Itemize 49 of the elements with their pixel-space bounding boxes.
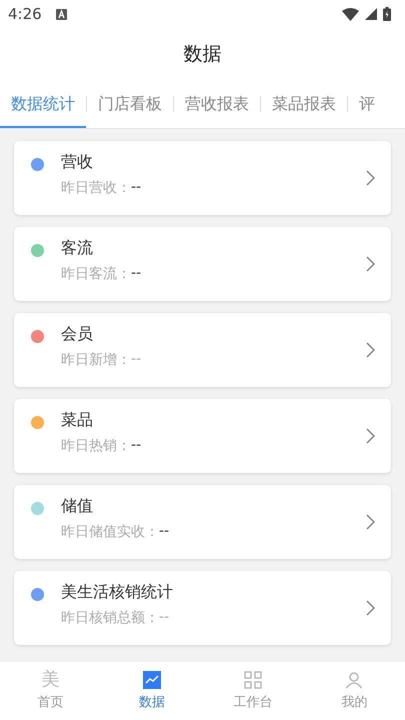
card-title: 储值 bbox=[61, 496, 94, 517]
stat-card[interactable]: 营收 昨日营收：-- bbox=[14, 141, 391, 215]
chart-icon bbox=[142, 671, 161, 689]
metric-value: -- bbox=[131, 179, 142, 197]
card-title: 菜品 bbox=[61, 410, 94, 431]
chevron-right-icon bbox=[366, 600, 375, 616]
page-title: 数据 bbox=[184, 42, 222, 67]
metric-label: 昨日新增： bbox=[61, 351, 131, 369]
battery-icon bbox=[383, 7, 391, 21]
tab[interactable]: 门店看板 bbox=[87, 80, 173, 128]
stat-card[interactable]: 会员 昨日新增：-- bbox=[14, 313, 391, 387]
stat-card[interactable]: 储值 昨日储值实收：-- bbox=[14, 485, 391, 559]
card-title: 会员 bbox=[61, 324, 94, 345]
grid-icon bbox=[244, 671, 262, 689]
card-title: 营收 bbox=[61, 152, 94, 173]
nav-item[interactable]: 我的 bbox=[304, 662, 405, 720]
metric-value: -- bbox=[131, 265, 142, 283]
metric-value: -- bbox=[159, 609, 170, 627]
tab[interactable]: 菜品报表 bbox=[261, 80, 347, 128]
metric-label: 昨日储值实收： bbox=[61, 523, 159, 541]
metric-value: -- bbox=[131, 351, 142, 369]
wifi-icon bbox=[342, 8, 359, 20]
metric-label: 昨日核销总额： bbox=[61, 609, 159, 627]
chevron-right-icon bbox=[366, 428, 375, 444]
metric-label: 昨日客流： bbox=[61, 265, 131, 283]
signal-icon bbox=[365, 8, 377, 20]
chevron-right-icon bbox=[366, 256, 375, 272]
status-time: 4:26 bbox=[8, 5, 42, 23]
tab[interactable]: 数据统计 bbox=[0, 80, 86, 128]
metric-value: -- bbox=[159, 523, 170, 541]
chevron-right-icon bbox=[366, 342, 375, 358]
chevron-right-icon bbox=[366, 514, 375, 530]
card-title: 客流 bbox=[61, 238, 94, 259]
stat-card[interactable]: 菜品 昨日热销：-- bbox=[14, 399, 391, 473]
stat-card[interactable]: 美生活核销统计 昨日核销总额：-- bbox=[14, 571, 391, 645]
notification-icon bbox=[56, 8, 67, 20]
metric-label: 昨日热销： bbox=[61, 437, 131, 455]
stat-card[interactable]: 客流 昨日客流：-- bbox=[14, 227, 391, 301]
metric-label: 昨日营收： bbox=[61, 179, 131, 197]
person-icon bbox=[345, 671, 364, 689]
tab[interactable]: 评 bbox=[348, 80, 386, 128]
nav-item[interactable]: 美 首页 bbox=[0, 662, 102, 720]
nav-item[interactable]: 工作台 bbox=[202, 662, 304, 720]
chevron-right-icon bbox=[366, 170, 375, 186]
tab[interactable]: 营收报表 bbox=[174, 80, 260, 128]
metric-value: -- bbox=[131, 437, 142, 455]
home-logo-icon: 美 bbox=[42, 671, 60, 689]
card-title: 美生活核销统计 bbox=[61, 582, 174, 603]
nav-item[interactable]: 数据 bbox=[101, 662, 202, 720]
